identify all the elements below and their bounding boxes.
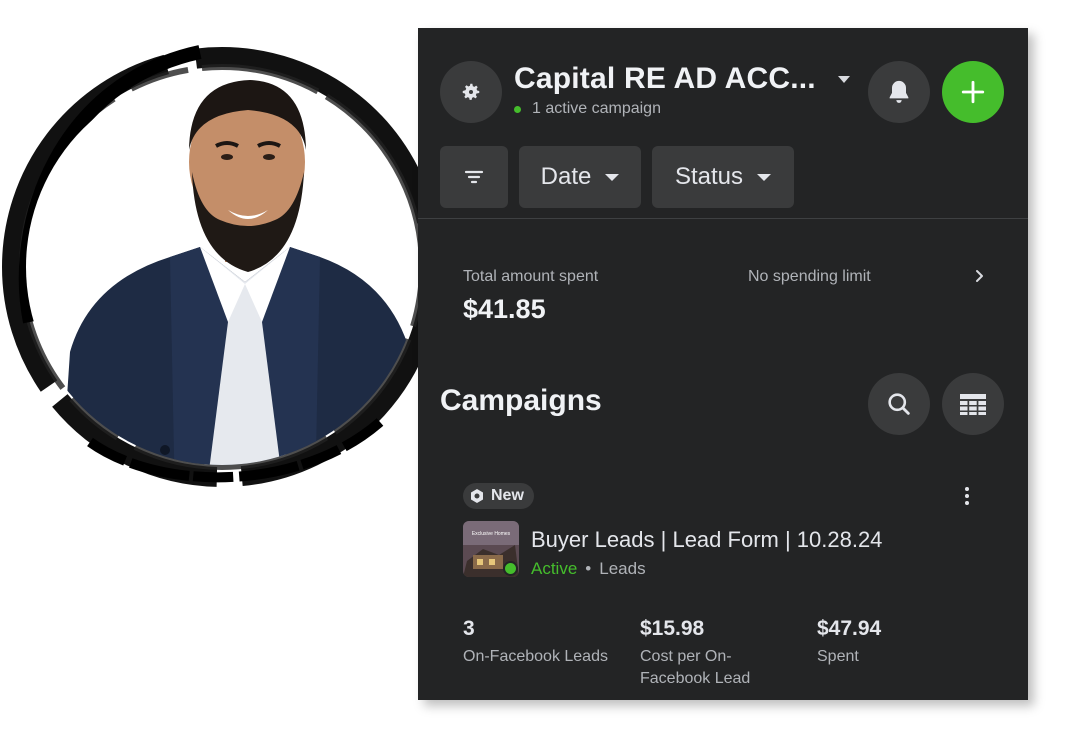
campaign-name[interactable]: Buyer Leads | Lead Form | 10.28.24 (531, 527, 882, 553)
filter-button[interactable] (440, 146, 508, 208)
add-campaign-button[interactable] (942, 61, 1004, 123)
metric-value: $47.94 (817, 617, 882, 640)
spending-limit-label: No spending limit (748, 268, 871, 285)
metric-results: 3 On-Facebook Leads (463, 617, 633, 668)
campaign-objective: Leads (599, 559, 646, 578)
search-campaigns-button[interactable] (868, 373, 930, 435)
search-icon (888, 393, 910, 415)
campaigns-heading: Campaigns (440, 384, 602, 417)
thumbnail-caption: Exclusive Homes (472, 531, 511, 537)
account-dropdown-caret[interactable] (838, 76, 850, 83)
status-filter-label: Status (674, 163, 744, 190)
bell-icon (889, 80, 909, 103)
new-badge: New (463, 483, 534, 509)
more-options-icon[interactable] (963, 485, 971, 507)
metric-amount-spent: $47.94 Spent (817, 617, 987, 668)
settings-button[interactable] (440, 61, 502, 123)
active-campaign-count: 1 active campaign (532, 100, 661, 117)
metric-label: Spent (817, 648, 859, 665)
total-spent-value: $41.85 (463, 294, 546, 324)
campaign-card[interactable]: New Exclusive Homes Buyer Leads | Lead F… (463, 483, 1003, 693)
hexagon-badge-icon (471, 489, 483, 503)
filter-bar: Date Status (440, 146, 794, 208)
total-spent-label: Total amount spent (463, 268, 599, 285)
active-campaign-summary: 1 active campaign (514, 100, 661, 118)
metric-label: Cost per On-Facebook Lead (640, 648, 751, 687)
metric-cost-per-result: $15.98 Cost per On-Facebook Lead (640, 617, 780, 690)
campaign-status-line: Active • Leads (531, 559, 646, 579)
spend-summary-card[interactable]: Total amount spent $41.85 No spending li… (463, 266, 1003, 346)
chevron-right-icon (976, 270, 983, 282)
account-header: Capital RE AD ACC... 1 active campaign (418, 28, 1028, 138)
date-filter-dropdown[interactable]: Date (519, 146, 641, 208)
plus-icon (961, 80, 985, 104)
active-status-dot (514, 105, 521, 113)
metric-value: $15.98 (640, 617, 705, 640)
chevron-down-icon (605, 173, 620, 181)
table-icon (960, 394, 986, 415)
chevron-down-icon (757, 173, 772, 181)
date-filter-label: Date (540, 163, 592, 190)
table-view-button[interactable] (942, 373, 1004, 435)
campaign-status: Active (531, 559, 578, 578)
ads-manager-panel: Capital RE AD ACC... 1 active campaign D… (418, 28, 1028, 700)
metric-value: 3 (463, 617, 475, 640)
status-filter-dropdown[interactable]: Status (652, 146, 794, 208)
header-divider (418, 218, 1028, 219)
account-name[interactable]: Capital RE AD ACC... (514, 62, 816, 96)
notifications-button[interactable] (868, 61, 930, 123)
campaign-active-dot (503, 561, 518, 576)
new-badge-label: New (491, 487, 524, 504)
filter-icon (464, 170, 484, 184)
status-separator: • (585, 559, 592, 578)
profile-portrait (0, 22, 445, 502)
gear-icon (462, 83, 480, 100)
metric-label: On-Facebook Leads (463, 648, 608, 665)
